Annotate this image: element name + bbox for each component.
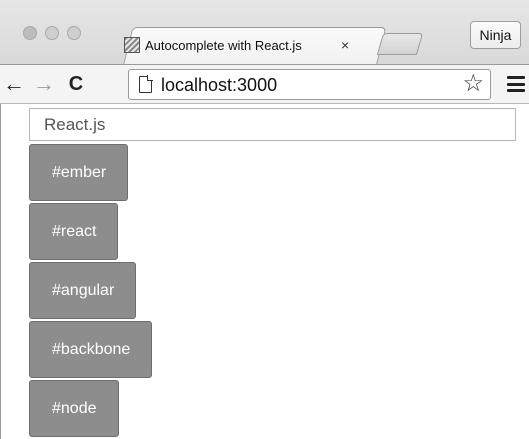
tab-title: Autocomplete with React.js [145, 37, 302, 53]
bookmark-star-icon[interactable]: ☆ [462, 71, 484, 97]
suggestion-item[interactable]: #backbone [29, 321, 153, 378]
menu-icon-bar [507, 82, 525, 86]
forward-arrow-icon[interactable]: → [32, 71, 56, 97]
url-text[interactable]: localhost:3000 [161, 74, 277, 96]
suggestion-item[interactable]: #ember [29, 144, 129, 201]
profile-button[interactable]: Ninja [470, 21, 521, 49]
window-minimize-icon[interactable] [45, 26, 59, 40]
browser-toolbar: ← → C localhost:3000 ☆ [0, 64, 529, 104]
page-favicon-icon [124, 37, 140, 53]
tab-strip: Autocomplete with React.js × Ninja [0, 0, 529, 65]
page-viewport: #ember#react#angular#backbone#node [0, 104, 529, 439]
window-maximize-icon[interactable] [67, 26, 81, 40]
suggestion-item[interactable]: #react [29, 203, 119, 260]
browser-window: Autocomplete with React.js × Ninja ← → C… [0, 0, 529, 439]
suggestion-item[interactable]: #angular [29, 262, 137, 319]
page-icon [139, 75, 153, 93]
window-close-icon[interactable] [23, 26, 37, 40]
suggestion-item[interactable]: #node [29, 380, 119, 437]
new-tab-button[interactable] [376, 33, 424, 55]
suggestion-list: #ember #react #angular #backbone #node [29, 144, 153, 439]
tab-active[interactable]: Autocomplete with React.js × [124, 28, 368, 62]
menu-icon[interactable] [507, 76, 525, 92]
reload-icon[interactable]: C [64, 71, 88, 97]
menu-icon-bar [507, 76, 525, 79]
search-input[interactable] [29, 108, 516, 141]
tab-close-icon[interactable]: × [341, 38, 349, 52]
back-arrow-icon[interactable]: ← [2, 71, 26, 97]
menu-icon-bar [507, 89, 525, 92]
address-bar[interactable]: localhost:3000 ☆ [128, 69, 491, 100]
